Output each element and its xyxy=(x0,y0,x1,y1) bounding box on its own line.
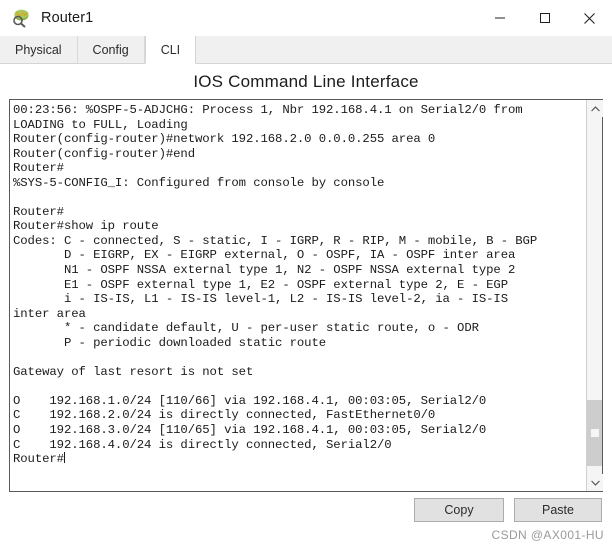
window-controls xyxy=(477,0,612,36)
scroll-up-button[interactable] xyxy=(587,100,603,117)
terminal-line: LOADING to FULL, Loading xyxy=(13,117,188,132)
watermark: CSDN @AX001-HU xyxy=(491,528,604,542)
terminal-line: i - IS-IS, L1 - IS-IS level-1, L2 - IS-I… xyxy=(13,292,508,307)
terminal-line: %SYS-5-CONFIG_I: Configured from console… xyxy=(13,175,385,190)
terminal-line: Router# xyxy=(13,161,64,176)
terminal-line: Router#show ip route xyxy=(13,219,159,234)
terminal-caret xyxy=(63,452,65,464)
tab-bar: Physical Config CLI xyxy=(0,36,612,64)
terminal-prompt-line[interactable]: Router# xyxy=(13,452,586,467)
copy-button[interactable]: Copy xyxy=(414,498,504,522)
scrollbar-thumb[interactable] xyxy=(587,400,602,466)
tab-cli-label: CLI xyxy=(160,42,181,57)
page-title: IOS Command Line Interface xyxy=(193,72,419,91)
maximize-icon xyxy=(539,13,550,23)
terminal-line: 00:23:56: %OSPF-5-ADJCHG: Process 1, Nbr… xyxy=(13,103,523,117)
terminal-line: N1 - OSPF NSSA external type 1, N2 - OSP… xyxy=(13,263,516,278)
terminal-line: C 192.168.4.0/24 is directly connected, … xyxy=(13,437,392,452)
terminal-output[interactable]: 00:23:56: %OSPF-5-ADJCHG: Process 1, Nbr… xyxy=(10,100,586,491)
tab-bar-filler xyxy=(196,36,612,63)
terminal-line: E1 - OSPF external type 1, E2 - OSPF ext… xyxy=(13,277,508,292)
maximize-button[interactable] xyxy=(522,0,567,36)
terminal-line: O 192.168.3.0/24 [110/65] via 192.168.4.… xyxy=(13,423,487,438)
terminal-line: O 192.168.1.0/24 [110/66] via 192.168.4.… xyxy=(13,393,487,408)
window-title: Router1 xyxy=(41,10,94,26)
tab-config[interactable]: Config xyxy=(77,36,145,63)
paste-button-label: Paste xyxy=(542,503,574,517)
terminal-line: Router(config-router)#end xyxy=(13,146,195,161)
terminal-line: Gateway of last resort is not set xyxy=(13,364,254,379)
window-titlebar: Router1 xyxy=(0,0,612,37)
close-icon xyxy=(584,12,595,24)
chevron-down-icon xyxy=(590,480,600,486)
tab-physical-label: Physical xyxy=(15,42,62,57)
terminal-line: Router(config-router)#network 192.168.2.… xyxy=(13,132,436,147)
terminal-scrollbar[interactable] xyxy=(586,100,603,491)
tab-config-label: Config xyxy=(92,42,129,57)
paste-button[interactable]: Paste xyxy=(514,498,602,522)
terminal-line: Router# xyxy=(13,204,64,219)
close-button[interactable] xyxy=(567,0,612,36)
terminal-line: P - periodic downloaded static route xyxy=(13,335,327,350)
tab-cli[interactable]: CLI xyxy=(144,36,197,64)
chevron-up-icon xyxy=(590,105,600,111)
terminal-line: * - candidate default, U - per-user stat… xyxy=(13,321,479,336)
cli-panel: IOS Command Line Interface 00:23:56: %OS… xyxy=(0,64,612,552)
copy-button-label: Copy xyxy=(444,503,474,517)
terminal-line: D - EIGRP, EX - EIGRP external, O - OSPF… xyxy=(13,248,516,263)
router-device-icon xyxy=(11,7,33,29)
scroll-down-button[interactable] xyxy=(587,474,603,491)
minimize-button[interactable] xyxy=(477,0,522,36)
minimize-icon xyxy=(494,17,505,19)
terminal-line: inter area xyxy=(13,306,86,321)
terminal-container: 00:23:56: %OSPF-5-ADJCHG: Process 1, Nbr… xyxy=(9,99,603,492)
terminal-prompt-text: Router# xyxy=(13,452,64,467)
terminal-line: Codes: C - connected, S - static, I - IG… xyxy=(13,233,538,248)
terminal-line: C 192.168.2.0/24 is directly connected, … xyxy=(13,408,436,423)
tab-physical[interactable]: Physical xyxy=(0,36,78,63)
